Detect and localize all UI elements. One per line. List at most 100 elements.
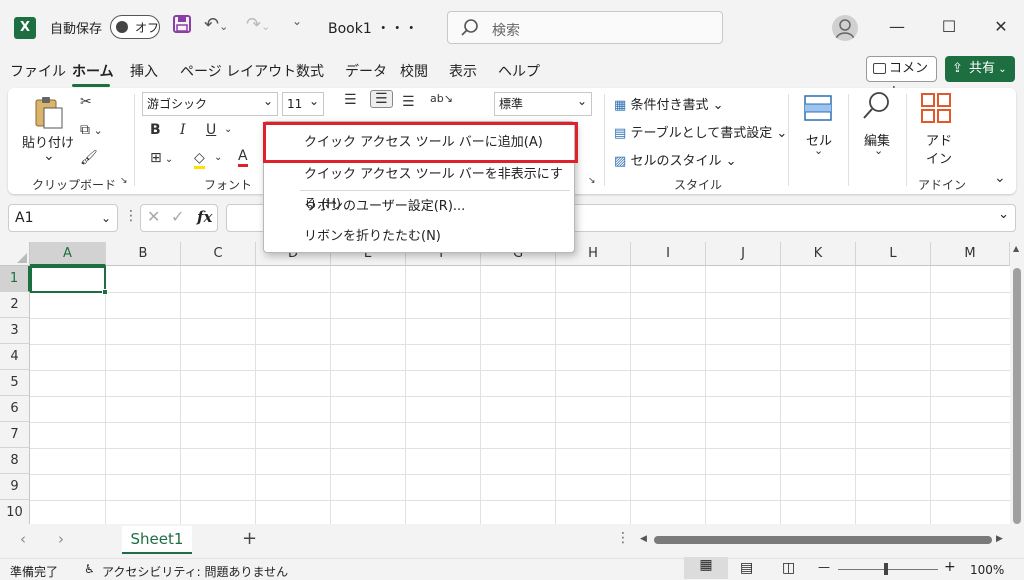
formula-bar-grip-icon[interactable]: ⋮ [124, 208, 138, 224]
next-sheet-icon[interactable]: › [58, 530, 64, 548]
number-launcher-icon[interactable]: ↘ [588, 176, 596, 186]
row-header[interactable]: 1 [0, 266, 30, 292]
comment-button[interactable]: コメント [866, 56, 937, 100]
row-header[interactable]: 6 [0, 396, 30, 422]
redo-icon[interactable]: ↷⌄ [246, 14, 270, 40]
orientation-icon[interactable]: ab↘ [430, 92, 453, 105]
underline-button[interactable]: U [206, 122, 216, 138]
column-header[interactable]: L [856, 242, 931, 266]
worksheet-grid[interactable]: A B C D E F G H I J K L M 1 2 3 4 5 6 7 … [0, 242, 1010, 524]
tab-help[interactable]: ヘルプ [498, 61, 540, 81]
menu-item-customize-ribbon[interactable]: リボンのユーザー設定(R)... [264, 192, 574, 222]
align-bottom-icon[interactable]: ☰ [402, 94, 415, 110]
row-header[interactable]: 3 [0, 318, 30, 344]
editing-search-icon[interactable] [860, 90, 892, 126]
select-all-corner[interactable] [0, 242, 30, 266]
paste-dropdown-icon[interactable]: ⌄ [43, 148, 55, 164]
font-color-icon[interactable]: A [238, 148, 248, 167]
zoom-slider-thumb[interactable] [884, 563, 888, 575]
name-box-dropdown-icon[interactable]: ⌄ [101, 205, 111, 231]
cut-icon[interactable]: ✂ [80, 94, 92, 110]
share-button[interactable]: ⇪ 共有 ⌄ [945, 56, 1015, 82]
column-header[interactable]: A [30, 242, 106, 266]
bold-button[interactable]: B [150, 122, 161, 138]
scroll-up-icon[interactable]: ▲ [1013, 244, 1019, 253]
font-name-select[interactable]: 游ゴシック [142, 90, 278, 116]
tab-home[interactable]: ホーム [72, 61, 114, 81]
accessibility-status[interactable]: アクセシビリティ: 問題ありません [102, 563, 288, 580]
format-painter-icon[interactable]: 🖌 [80, 150, 98, 166]
tab-view[interactable]: 表示 [449, 61, 477, 81]
font-size-select[interactable]: 11 [282, 90, 324, 116]
search-input[interactable]: 検索 [447, 11, 723, 44]
enter-icon[interactable]: ✓ [171, 207, 184, 226]
underline-dropdown-icon[interactable]: ⌄ [224, 124, 232, 135]
zoom-out-button[interactable]: — [818, 560, 830, 574]
avatar[interactable] [832, 15, 858, 41]
prev-sheet-icon[interactable]: ‹ [20, 530, 26, 548]
tab-review[interactable]: 校閲 [400, 61, 428, 81]
menu-item-collapse-ribbon[interactable]: リボンを折りたたむ(N) [264, 222, 574, 252]
row-header[interactable]: 5 [0, 370, 30, 396]
column-header[interactable]: C [181, 242, 256, 266]
sheet-scroll-grip-icon[interactable]: ⋮ [616, 530, 630, 546]
sheet-tab-sheet1[interactable]: Sheet1 [122, 526, 192, 554]
autosave-toggle[interactable]: オフ [110, 15, 160, 39]
copy-icon[interactable]: ⧉ ⌄ [80, 122, 103, 138]
align-top-icon[interactable]: ☰ [344, 92, 357, 108]
cells-icon[interactable] [802, 92, 834, 128]
editing-dropdown-icon[interactable]: ⌄ [874, 144, 883, 157]
column-header[interactable]: K [781, 242, 856, 266]
italic-button[interactable]: I [180, 122, 186, 138]
tab-insert[interactable]: 挿入 [130, 61, 158, 81]
scroll-left-icon[interactable]: ◀ [640, 534, 647, 544]
addins-label-line2[interactable]: イン [926, 148, 952, 167]
undo-icon[interactable]: ↶⌄ [204, 14, 228, 40]
normal-view-icon[interactable]: ▦ [684, 557, 728, 579]
addins-label-line1[interactable]: アド [926, 130, 952, 149]
column-header[interactable]: J [706, 242, 781, 266]
ribbon-collapse-icon[interactable]: ⌄ [994, 170, 1006, 186]
menu-item-hide-qat[interactable]: クイック アクセス ツール バーを非表示にする (H) [264, 160, 574, 212]
tab-data[interactable]: データ [345, 61, 387, 81]
add-sheet-button[interactable]: + [242, 528, 257, 549]
borders-icon[interactable]: ⊞ ⌄ [150, 150, 173, 166]
maximize-button[interactable]: ☐ [934, 14, 964, 40]
scroll-right-icon[interactable]: ▶ [996, 534, 1003, 544]
cells-dropdown-icon[interactable]: ⌄ [814, 144, 823, 157]
name-box[interactable]: A1 ⌄ [8, 204, 118, 232]
insert-function-icon[interactable]: fx [197, 208, 212, 226]
zoom-level[interactable]: 100% [970, 563, 1004, 577]
minimize-button[interactable]: — [882, 14, 912, 40]
column-header[interactable]: B [106, 242, 181, 266]
addins-icon[interactable] [920, 92, 952, 128]
zoom-slider[interactable] [838, 569, 938, 570]
row-header[interactable]: 10 [0, 500, 30, 524]
row-header[interactable]: 9 [0, 474, 30, 500]
format-as-table-button[interactable]: ▤ テーブルとして書式設定 ⌄ [614, 122, 787, 141]
active-cell-a1[interactable] [30, 266, 106, 293]
close-button[interactable]: ✕ [986, 14, 1016, 40]
page-break-view-icon[interactable]: ◫ [782, 560, 795, 576]
clipboard-launcher-icon[interactable]: ↘ [120, 176, 128, 186]
column-header[interactable]: I [631, 242, 706, 266]
cancel-icon[interactable]: ✕ [147, 207, 160, 226]
row-header[interactable]: 2 [0, 292, 30, 318]
tab-formulas[interactable]: 数式 [296, 61, 324, 81]
save-icon[interactable] [172, 14, 192, 40]
column-header[interactable]: M [931, 242, 1010, 266]
expand-formula-bar-icon[interactable]: ⌄ [998, 207, 1009, 222]
number-format-select[interactable]: 標準 [494, 90, 592, 116]
fill-color-dropdown-icon[interactable]: ⌄ [214, 152, 222, 163]
cell-styles-button[interactable]: ▨ セルのスタイル ⌄ [614, 150, 736, 169]
fill-color-icon[interactable]: ◇ [194, 150, 205, 169]
tab-page-layout[interactable]: ページ レイアウト [180, 61, 296, 81]
row-header[interactable]: 7 [0, 422, 30, 448]
conditional-format-button[interactable]: ▦ 条件付き書式 ⌄ [614, 94, 723, 113]
fill-handle[interactable] [102, 289, 108, 295]
tab-file[interactable]: ファイル [10, 61, 66, 81]
row-header[interactable]: 4 [0, 344, 30, 370]
zoom-in-button[interactable]: + [944, 559, 956, 575]
paste-icon[interactable] [30, 94, 66, 130]
horizontal-scroll-thumb[interactable] [654, 536, 992, 544]
